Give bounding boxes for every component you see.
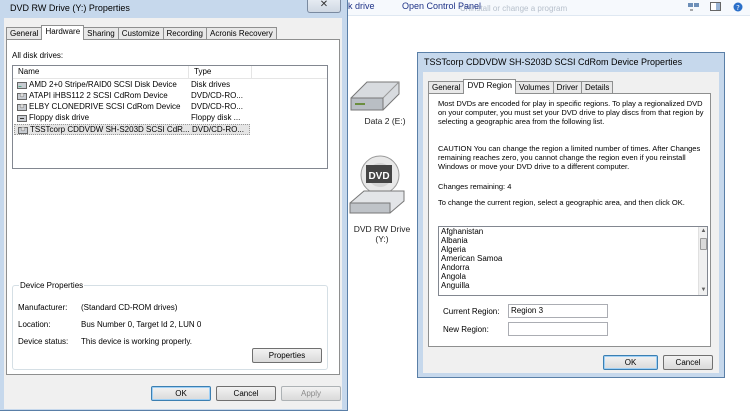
list-item[interactable]: Angola: [441, 272, 466, 281]
instruction-text: To change the current region, select a g…: [438, 198, 685, 207]
cancel-button[interactable]: Cancel: [216, 386, 276, 401]
list-item[interactable]: Albania: [441, 236, 468, 245]
region-list[interactable]: Afghanistan Albania Algeria American Sam…: [438, 226, 708, 296]
dvd-logo-text: DVD: [368, 171, 389, 182]
floppy-drive-icon: [17, 114, 27, 122]
column-type[interactable]: Type: [194, 67, 211, 76]
intro-text: Most DVDs are encoded for play in specif…: [438, 99, 704, 126]
list-item[interactable]: Anguilla: [441, 281, 469, 290]
help-icon[interactable]: ?: [732, 2, 744, 12]
view-icon[interactable]: [688, 2, 700, 12]
list-item[interactable]: Floppy disk drive Floppy disk ...: [14, 113, 250, 124]
location-label: Location:: [18, 320, 51, 329]
window-title: DVD RW Drive (Y:) Properties: [10, 3, 130, 13]
list-item[interactable]: Andorra: [441, 263, 469, 272]
dvd-drive-icon[interactable]: DVD: [346, 155, 408, 223]
open-control-panel-button[interactable]: Open Control Panel: [402, 1, 481, 11]
cancel-button[interactable]: Cancel: [663, 355, 713, 370]
dvd-region-tab-page: Most DVDs are encoded for play in specif…: [428, 93, 711, 347]
device-tab-strip: General DVD Region Volumes Driver Detail…: [428, 79, 614, 94]
dvd-drive-icon: [18, 126, 28, 134]
disk-drive-list[interactable]: Name Type AMD 2+0 Stripe/RAID0 SCSI Disk…: [12, 65, 328, 169]
list-item[interactable]: American Samoa: [441, 254, 502, 263]
new-region-field[interactable]: [508, 322, 608, 336]
view-options: ?: [688, 2, 744, 12]
dvd-drive-icon: [17, 92, 27, 100]
list-item[interactable]: AMD 2+0 Stripe/RAID0 SCSI Disk Device Di…: [14, 80, 250, 91]
hard-drive-icon[interactable]: [347, 76, 403, 118]
location-value: Bus Number 0, Target Id 2, LUN 0: [81, 320, 202, 329]
tab-dvd-region[interactable]: DVD Region: [463, 79, 516, 94]
scroll-thumb[interactable]: [700, 238, 707, 250]
apply-button[interactable]: Apply: [281, 386, 341, 401]
drive-label[interactable]: Data 2 (E:): [355, 116, 415, 126]
properties-window: DVD RW Drive (Y:) Properties ✕ General H…: [0, 0, 348, 411]
explorer-toolbar: Uninstall or change a program ork drive …: [340, 0, 750, 16]
new-region-label: New Region:: [443, 325, 489, 334]
current-region-field: Region 3: [508, 304, 608, 318]
all-disk-drives-label: All disk drives:: [12, 51, 64, 60]
list-header: Name Type: [13, 66, 327, 79]
scroll-up-icon[interactable]: ▲: [700, 228, 707, 235]
device-window-title: TSSTcorp CDDVDW SH-S203D SCSI CdRom Devi…: [424, 57, 683, 67]
column-name[interactable]: Name: [18, 67, 39, 76]
current-region-label: Current Region:: [443, 307, 500, 316]
svg-text:?: ?: [736, 4, 740, 12]
dvd-drive-icon: [17, 103, 27, 111]
device-status-value: This device is working properly.: [81, 337, 193, 346]
preview-pane-icon[interactable]: [710, 2, 722, 12]
device-properties-window: TSSTcorp CDDVDW SH-S203D SCSI CdRom Devi…: [417, 52, 725, 378]
list-item[interactable]: ATAPI iHBS112 2 SCSI CdRom Device DVD/CD…: [14, 91, 250, 102]
manufacturer-value: (Standard CD-ROM drives): [81, 303, 178, 312]
list-item-selected[interactable]: TSSTcorp CDDVDW SH-S203D SCSI CdR... DVD…: [14, 124, 250, 135]
scroll-down-icon[interactable]: ▼: [700, 287, 707, 294]
region-list-scrollbar[interactable]: ▲ ▼: [698, 227, 707, 295]
list-item[interactable]: ELBY CLONEDRIVE SCSI CdRom Device DVD/CD…: [14, 102, 250, 113]
close-button[interactable]: ✕: [307, 0, 341, 13]
list-item[interactable]: Algeria: [441, 245, 466, 254]
ok-button[interactable]: OK: [151, 386, 211, 401]
device-properties-title: Device Properties: [19, 281, 85, 290]
tab-hardware[interactable]: Hardware: [41, 25, 85, 40]
device-properties-group: Device Properties Manufacturer: (Standar…: [12, 281, 328, 370]
disk-drive-icon: [17, 81, 27, 89]
manufacturer-label: Manufacturer:: [18, 303, 68, 312]
drive-label-dvd[interactable]: DVD RW Drive (Y:): [350, 224, 414, 244]
ok-button[interactable]: OK: [603, 355, 658, 370]
properties-button[interactable]: Properties: [252, 348, 322, 363]
changes-remaining: Changes remaining: 4: [438, 182, 512, 191]
device-window-body: General DVD Region Volumes Driver Detail…: [423, 72, 719, 373]
hardware-tab-page: All disk drives: Name Type AMD 2+0 Strip…: [6, 39, 340, 375]
tab-strip: General Hardware Sharing Customize Recor…: [6, 25, 277, 40]
list-item[interactable]: Afghanistan: [441, 227, 483, 236]
device-status-label: Device status:: [18, 337, 69, 346]
window-body: General Hardware Sharing Customize Recor…: [4, 18, 342, 409]
caution-text: CAUTION You can change the region a limi…: [438, 144, 701, 171]
